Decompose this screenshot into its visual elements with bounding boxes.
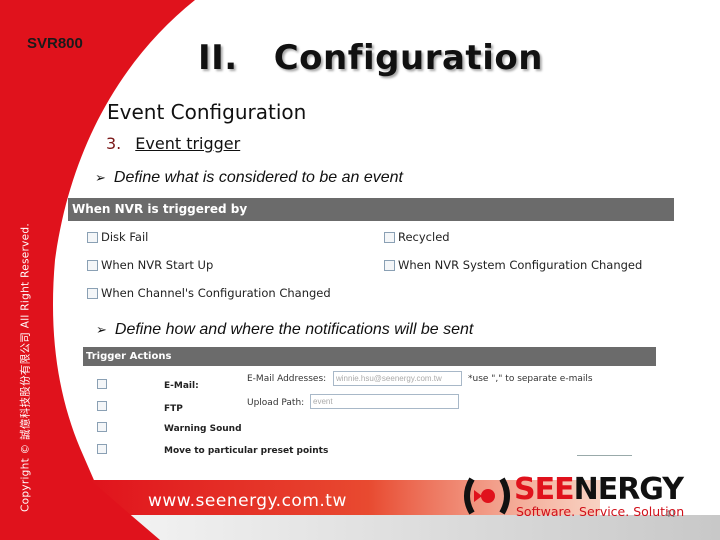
logo-mark-icon xyxy=(464,477,510,515)
email-separator-note: *use "," to separate e-mails xyxy=(468,374,593,384)
model-label: SVR800 xyxy=(27,35,83,52)
step-number: 3. xyxy=(106,134,122,153)
bullet-text: Define how and where the notifications w… xyxy=(114,321,474,338)
checkbox-recycled[interactable]: Recycled xyxy=(384,230,450,244)
divider xyxy=(577,455,632,456)
bullet-define-notifications: ➢ Define how and where the notifications … xyxy=(96,321,473,339)
action-label-preset-points: Move to particular preset points xyxy=(164,446,329,456)
page-number: 41 xyxy=(665,508,676,520)
checkbox-box[interactable] xyxy=(87,231,98,243)
checkbox-ftp[interactable] xyxy=(97,401,107,411)
checkbox-preset-points[interactable] xyxy=(97,444,107,454)
trigger-actions-header: Trigger Actions xyxy=(83,347,656,366)
checkbox-label: When NVR System Configuration Changed xyxy=(398,258,643,272)
checkbox-box[interactable] xyxy=(87,287,98,299)
arrow-bullet-icon: ➢ xyxy=(96,322,107,337)
checkbox-box[interactable] xyxy=(87,259,98,271)
checkbox-box[interactable] xyxy=(384,259,395,271)
logo-wordmark: SEENERGY xyxy=(514,472,684,507)
section-number: II. xyxy=(198,38,238,78)
arrow-bullet-icon: ➢ xyxy=(95,170,106,185)
bullet-text: Define what is considered to be an event xyxy=(113,169,403,186)
checkbox-box[interactable] xyxy=(384,231,395,243)
step-title: Event trigger xyxy=(135,134,241,153)
checkbox-label: When Channel's Configuration Changed xyxy=(101,286,331,300)
checkbox-email[interactable] xyxy=(97,379,107,389)
website-url[interactable]: www.seenergy.com.tw xyxy=(148,491,347,511)
checkbox-nvr-start-up[interactable]: When NVR Start Up xyxy=(87,258,213,272)
logo-tagline: Software. Service. Solution xyxy=(516,504,685,519)
checkbox-disk-fail[interactable]: Disk Fail xyxy=(87,230,148,244)
section-title: Configuration xyxy=(273,38,543,78)
checkbox-label: When NVR Start Up xyxy=(101,258,214,272)
checkbox-label: Recycled xyxy=(398,230,450,244)
upload-path-label: Upload Path: xyxy=(247,398,305,408)
checkbox-nvr-system-config-changed[interactable]: When NVR System Configuration Changed xyxy=(384,258,642,272)
copyright-notice: Copyright © 誠億科技股份有限公司 All Right Reserve… xyxy=(19,223,32,512)
action-label-email: E-Mail: xyxy=(164,381,199,391)
upload-path-input[interactable] xyxy=(310,394,459,409)
checkbox-label: Disk Fail xyxy=(101,230,149,244)
step-heading: 3. Event trigger xyxy=(106,134,240,153)
action-label-ftp: FTP xyxy=(164,404,183,414)
bullet-define-event: ➢ Define what is considered to be an even… xyxy=(95,169,403,187)
checkbox-channel-config-changed[interactable]: When Channel's Configuration Changed xyxy=(87,286,331,300)
checkbox-warning-sound[interactable] xyxy=(97,422,107,432)
trigger-panel-header: When NVR is triggered by xyxy=(68,198,674,221)
email-addresses-input[interactable] xyxy=(333,371,462,386)
email-addresses-label: E-Mail Addresses: xyxy=(247,374,327,384)
action-label-warning-sound: Warning Sound xyxy=(164,424,242,434)
page-title: II. Configuration xyxy=(198,38,543,78)
subtitle: Event Configuration xyxy=(107,100,307,124)
